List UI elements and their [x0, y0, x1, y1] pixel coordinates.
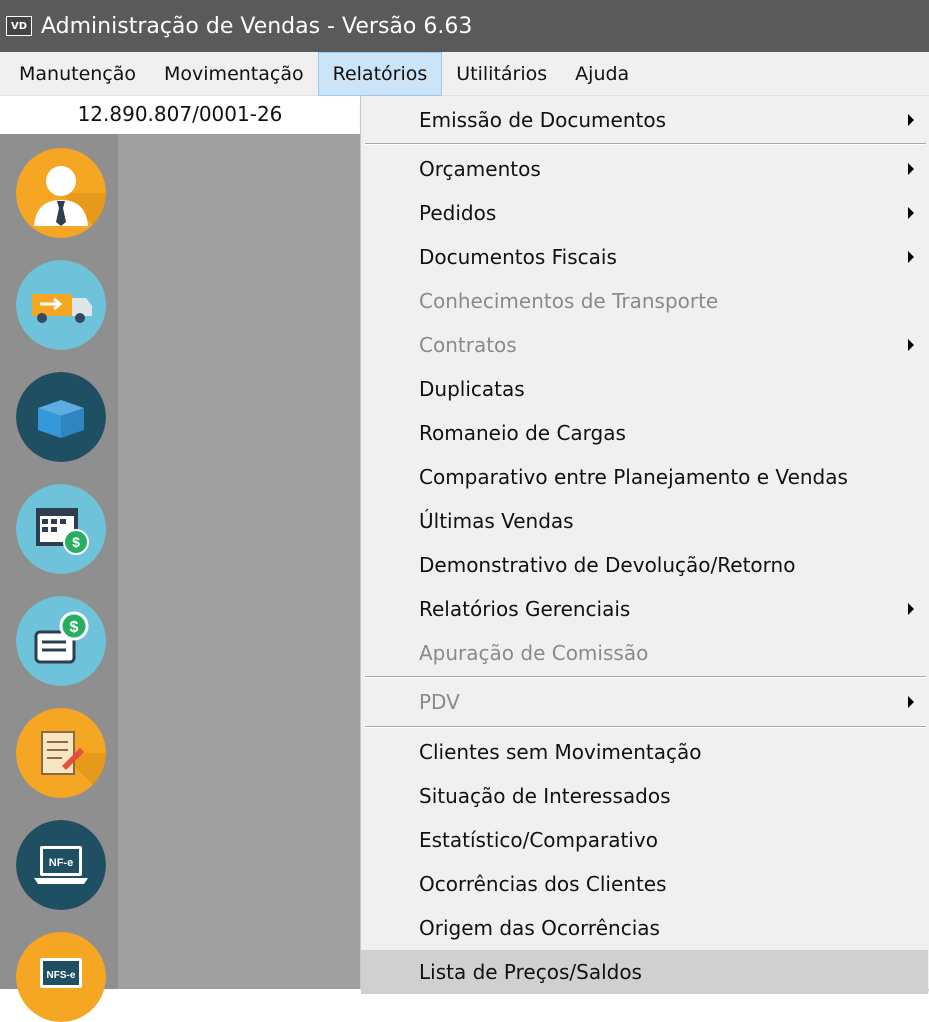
- submenu-arrow-icon: [908, 114, 914, 126]
- menu-item-romaneio-cargas[interactable]: Romaneio de Cargas: [361, 411, 928, 455]
- menu-item-label: Emissão de Documentos: [419, 108, 666, 132]
- transporte-icon[interactable]: [16, 260, 106, 350]
- menu-item-label: Ocorrências dos Clientes: [419, 872, 667, 896]
- submenu-arrow-icon: [908, 696, 914, 708]
- contratos-icon[interactable]: [16, 708, 106, 798]
- menu-item-label: Duplicatas: [419, 377, 525, 401]
- menu-item-label: Demonstrativo de Devolução/Retorno: [419, 553, 796, 577]
- menu-item-clientes-sem-movimentacao[interactable]: Clientes sem Movimentação: [361, 730, 928, 774]
- svg-text:$: $: [72, 534, 80, 550]
- menu-ajuda[interactable]: Ajuda: [561, 52, 643, 96]
- financeiro-calendario-icon[interactable]: $: [16, 484, 106, 574]
- menu-item-label: Contratos: [419, 333, 517, 357]
- menu-item-situacao-interessados[interactable]: Situação de Interessados: [361, 774, 928, 818]
- menu-item-label: Orçamentos: [419, 157, 541, 181]
- app-icon: VD: [6, 16, 32, 36]
- menu-item-label: Pedidos: [419, 201, 497, 225]
- menu-item-demonstrativo-devolucao[interactable]: Demonstrativo de Devolução/Retorno: [361, 543, 928, 587]
- menu-item-label: PDV: [419, 690, 460, 714]
- submenu-arrow-icon: [908, 603, 914, 615]
- menu-item-conhecimentos-transporte[interactable]: Conhecimentos de Transporte: [361, 279, 928, 323]
- menu-item-duplicatas[interactable]: Duplicatas: [361, 367, 928, 411]
- menu-item-label: Comparativo entre Planejamento e Vendas: [419, 465, 848, 489]
- menu-item-relatorios-gerenciais[interactable]: Relatórios Gerenciais: [361, 587, 928, 631]
- menu-item-contratos[interactable]: Contratos: [361, 323, 928, 367]
- menu-manutencao[interactable]: Manutenção: [0, 52, 150, 96]
- submenu-arrow-icon: [908, 339, 914, 351]
- menu-bar: Manutenção Movimentação Relatórios Utili…: [0, 51, 929, 96]
- menu-item-label: Documentos Fiscais: [419, 245, 617, 269]
- relatorios-dropdown-menu: Emissão de Documentos Orçamentos Pedidos…: [360, 96, 929, 994]
- svg-text:$: $: [70, 619, 79, 636]
- submenu-arrow-icon: [908, 207, 914, 219]
- nfse-icon[interactable]: NFS-e: [16, 932, 106, 1022]
- menu-item-label: Romaneio de Cargas: [419, 421, 626, 445]
- menu-item-estatistico-comparativo[interactable]: Estatístico/Comparativo: [361, 818, 928, 862]
- submenu-arrow-icon: [908, 251, 914, 263]
- menu-item-origem-ocorrencias[interactable]: Origem das Ocorrências: [361, 906, 928, 950]
- window-title: Administração de Vendas - Versão 6.63: [41, 13, 473, 39]
- menu-item-lista-precos-saldos[interactable]: Lista de Preços/Saldos: [361, 950, 928, 994]
- nfe-icon[interactable]: NF-e: [16, 820, 106, 910]
- menu-item-label: Lista de Preços/Saldos: [419, 960, 642, 984]
- menu-item-label: Conhecimentos de Transporte: [419, 289, 719, 313]
- menu-item-label: Estatístico/Comparativo: [419, 828, 658, 852]
- menu-movimentacao[interactable]: Movimentação: [150, 52, 318, 96]
- produtos-icon[interactable]: [16, 372, 106, 462]
- menu-item-pedidos[interactable]: Pedidos: [361, 191, 928, 235]
- nfe-icon-text: NF-e: [49, 857, 73, 869]
- clientes-icon[interactable]: [16, 148, 106, 238]
- submenu-arrow-icon: [908, 163, 914, 175]
- menu-item-label: Clientes sem Movimentação: [419, 740, 702, 764]
- pagamentos-icon[interactable]: $: [16, 596, 106, 686]
- menu-item-label: Situação de Interessados: [419, 784, 671, 808]
- menu-utilitarios[interactable]: Utilitários: [442, 52, 561, 96]
- menu-item-pdv[interactable]: PDV: [361, 680, 928, 724]
- menu-item-label: Últimas Vendas: [419, 509, 574, 533]
- menu-item-label: Origem das Ocorrências: [419, 916, 660, 940]
- menu-item-emissao-documentos[interactable]: Emissão de Documentos: [361, 98, 928, 142]
- menu-separator: [365, 676, 926, 678]
- company-cnpj: 12.890.807/0001-26: [0, 96, 360, 132]
- menu-item-apuracao-comissao[interactable]: Apuração de Comissão: [361, 631, 928, 675]
- title-bar: VD Administração de Vendas - Versão 6.63: [0, 0, 929, 52]
- menu-item-label: Relatórios Gerenciais: [419, 597, 631, 621]
- menu-separator: [365, 726, 926, 728]
- nfse-icon-text: NFS-e: [47, 970, 76, 981]
- menu-item-label: Apuração de Comissão: [419, 641, 649, 665]
- menu-relatorios[interactable]: Relatórios: [317, 51, 443, 96]
- menu-item-orcamentos[interactable]: Orçamentos: [361, 147, 928, 191]
- sidebar: $ $ NF-e NFS-e: [0, 134, 118, 1022]
- menu-item-documentos-fiscais[interactable]: Documentos Fiscais: [361, 235, 928, 279]
- menu-item-ocorrencias-clientes[interactable]: Ocorrências dos Clientes: [361, 862, 928, 906]
- menu-item-comparativo-planejamento[interactable]: Comparativo entre Planejamento e Vendas: [361, 455, 928, 499]
- menu-separator: [365, 143, 926, 145]
- menu-item-ultimas-vendas[interactable]: Últimas Vendas: [361, 499, 928, 543]
